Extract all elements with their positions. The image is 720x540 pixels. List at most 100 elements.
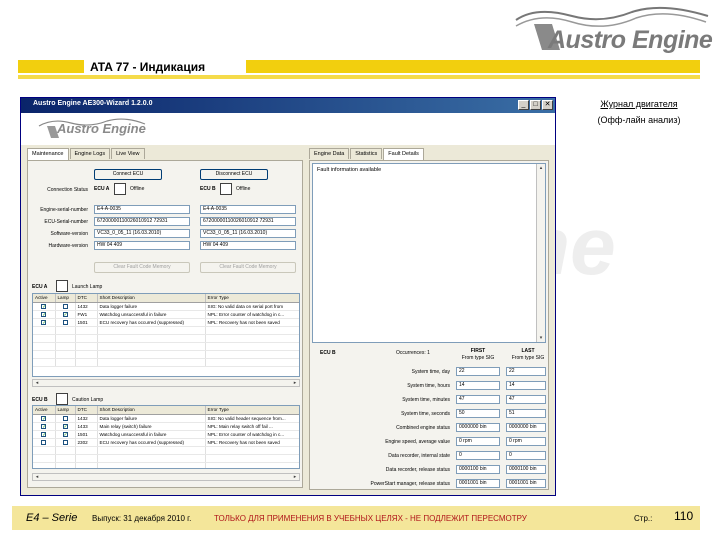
fault-active-checkbox[interactable]: ✓ [41,415,46,421]
detail-last-value[interactable]: 22 [506,367,546,376]
detail-row-label: Data recorder, internal state [388,453,450,459]
fault-info-scrollbar[interactable]: ▴ ▾ [536,164,545,342]
fault-lamp-checkbox[interactable] [62,439,68,445]
col-lamp[interactable]: Lamp [55,294,76,303]
tab-engine-data[interactable]: Engine Data [309,148,350,159]
fault-dtc: 2302 [75,438,98,447]
empty-cell [97,454,206,463]
fault-active-checkbox[interactable]: ✓ [41,423,46,429]
fault-row[interactable]: ✓ 1432 Data logger failure SIG: No valid he… [33,414,299,423]
fault-active-checkbox[interactable]: ✓ [41,303,46,309]
empty-cell [33,462,56,468]
fault-lamp [55,438,76,447]
detail-first-value[interactable]: 0000000 bin [456,423,500,432]
detail-first-value[interactable]: 0 [456,451,500,460]
detail-row-label: Engine speed, average value [385,439,450,445]
detail-last-value[interactable]: 0001001 bin [506,479,546,488]
fault-row[interactable]: ✓ ✓ FW1 Watchdog unsuccessful in failure NPL… [33,310,299,319]
detail-last-value[interactable]: 0 [506,451,546,460]
disconnect-ecu-button[interactable]: Disconnect ECU [200,169,268,180]
fault-lamp-checkbox[interactable] [62,303,68,309]
maximize-button[interactable]: □ [530,100,541,110]
minimize-button[interactable]: _ [518,100,529,110]
scroll-up-arrow-icon[interactable]: ▴ [537,164,545,172]
fault-active-checkbox[interactable]: ✓ [41,311,46,317]
fault-lamp: ✓ [55,310,76,319]
empty-row [33,350,299,359]
ecu-serial-b[interactable]: 67200000110026010912 72931 [200,217,296,226]
col-short-description[interactable]: Short Description [97,406,206,415]
tab-live-view[interactable]: Live View [111,148,145,159]
ecu-serial-a[interactable]: 67200000110026010912 72931 [94,217,190,226]
detail-first-value[interactable]: 47 [456,395,500,404]
col-dtc[interactable]: DTC [75,294,98,303]
tab-statistics[interactable]: Statistics [350,148,383,159]
hardware-version-a[interactable]: HW 04 409 [94,241,190,250]
launch-lamp-label: Launch Lamp [72,284,103,290]
fault-active-checkbox[interactable] [41,439,47,445]
clear-fault-memory-a-button[interactable]: Clear Fault Code Memory [94,262,190,273]
empty-row [33,446,299,455]
tab-engine-logs[interactable]: Engine Logs [69,148,111,159]
detail-last-value[interactable]: 0000000 bin [506,423,546,432]
fault-row[interactable]: ✓ 1432 Data logger failure SIG: No valid da… [33,302,299,311]
fault-row[interactable]: ✓ ✓ 1433 Main relay (switch) failure NPL: Ma… [33,422,299,431]
empty-cell [205,446,299,455]
software-version-a[interactable]: VC33_0_05_11 (16.03.2010) [94,229,190,238]
engine-serial-b[interactable]: E4-A-0035 [200,205,296,214]
close-button[interactable]: ✕ [542,100,553,110]
detail-last-value[interactable]: 0000100 bin [506,465,546,474]
fault-row[interactable]: 2302 ECU recovery has occurred (suppresse… [33,438,299,447]
detail-first-value[interactable]: 0000100 bin [456,465,500,474]
fault-active-checkbox[interactable]: ✓ [41,431,46,437]
scroll-down-arrow-icon[interactable]: ▾ [537,334,545,342]
fault-active-checkbox[interactable]: ✓ [41,319,46,325]
detail-first-value[interactable]: 22 [456,367,500,376]
col-short-description[interactable]: Short Description [97,294,206,303]
col-active[interactable]: Active [33,406,56,415]
col-error-type[interactable]: Error Type [205,294,299,303]
empty-cell [33,342,56,351]
scroll-left-arrow-icon[interactable]: ◂ [33,380,41,386]
fault-active: ✓ [33,302,56,311]
col-error-type[interactable]: Error Type [205,406,299,415]
detail-last-value[interactable]: 14 [506,381,546,390]
fault-lamp-checkbox[interactable]: ✓ [62,423,68,429]
fault-row[interactable]: ✓ 1501 ECU recovery has occurred (suppress… [33,318,299,327]
tab-fault-details[interactable]: Fault Details [383,148,424,160]
hardware-version-b[interactable]: HW 04 409 [200,241,296,250]
scroll-right-arrow-icon[interactable]: ▸ [291,474,299,480]
col-dtc[interactable]: DTC [75,406,98,415]
fault-table-b-scrollbar[interactable]: ◂ ▸ [32,473,300,481]
detail-first-value[interactable]: 14 [456,381,500,390]
detail-last-value[interactable]: 0 rpm [506,437,546,446]
clear-fault-memory-b-button[interactable]: Clear Fault Code Memory [200,262,296,273]
detail-first-value[interactable]: 0001001 bin [456,479,500,488]
fault-lamp [55,318,76,327]
empty-cell [97,334,206,343]
tab-maintenance[interactable]: Maintenance [27,148,69,160]
fault-row[interactable]: ✓ ✓ 1501 Watchdog unsuccessful in failure NP… [33,430,299,439]
empty-cell [33,454,56,463]
software-version-b[interactable]: VC33_0_05_11 (16.03.2010) [200,229,296,238]
connect-ecu-a-button[interactable]: Connect ECU [94,169,162,180]
detail-first-value[interactable]: 50 [456,409,500,418]
fault-description: Data logger failure [97,302,206,311]
detail-last-value[interactable]: 51 [506,409,546,418]
fault-lamp-checkbox[interactable]: ✓ [62,311,68,317]
col-lamp[interactable]: Lamp [55,406,76,415]
fault-description: ECU recovery has occurred (suppressed) [97,318,206,327]
fault-lamp-checkbox[interactable]: ✓ [62,431,68,437]
scroll-right-arrow-icon[interactable]: ▸ [291,380,299,386]
fault-lamp-checkbox[interactable] [62,415,68,421]
fault-table-ecu-a: Active Lamp DTC Short Description Error … [32,293,300,377]
fault-table-a-scrollbar[interactable]: ◂ ▸ [32,379,300,387]
detail-last-value[interactable]: 47 [506,395,546,404]
scroll-left-arrow-icon[interactable]: ◂ [33,474,41,480]
col-active[interactable]: Active [33,294,56,303]
empty-cell [33,358,56,367]
engine-serial-a[interactable]: E4-A-0035 [94,205,190,214]
fault-info-textbox[interactable]: Fault information available ▴ ▾ [312,163,546,343]
fault-lamp-checkbox[interactable] [62,319,68,325]
detail-first-value[interactable]: 0 rpm [456,437,500,446]
